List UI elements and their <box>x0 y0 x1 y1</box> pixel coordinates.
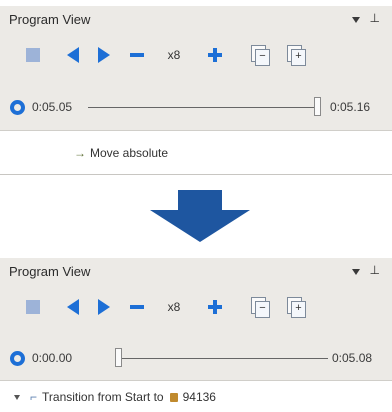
panel-titlebar: Program View ⊥ <box>0 258 392 284</box>
collapse-document-button[interactable]: − <box>249 44 271 66</box>
expand-document-button[interactable]: + <box>285 296 307 318</box>
play-button[interactable] <box>93 296 115 318</box>
down-arrow-icon <box>150 190 250 242</box>
timeline-slider-track[interactable] <box>120 358 328 359</box>
faster-button[interactable] <box>204 296 226 318</box>
minus-icon <box>130 305 144 309</box>
panel-titlebar: Program View ⊥ <box>0 6 392 32</box>
stop-icon <box>26 300 40 314</box>
refresh-icon[interactable] <box>10 351 25 366</box>
step-back-icon <box>67 47 79 63</box>
stop-icon <box>26 48 40 62</box>
stop-button[interactable] <box>22 296 44 318</box>
minus-icon <box>130 53 144 57</box>
faster-button[interactable] <box>204 44 226 66</box>
collapse-document-button[interactable]: − <box>249 296 271 318</box>
expand-document-icon: + <box>287 45 306 66</box>
tree-item-label: Transition from Start to <box>42 390 164 404</box>
program-tree: ⌐ Transition from Start to 94136 <box>0 380 392 412</box>
pin-icon[interactable]: ⊥ <box>370 264 380 276</box>
tree-item-target: 94136 <box>182 390 216 404</box>
time-start: 0:05.05 <box>32 100 73 114</box>
timeline-slider-thumb[interactable] <box>314 97 321 116</box>
time-end: 0:05.08 <box>332 351 373 365</box>
timeline-row: 0:05.05 0:05.16 <box>0 91 392 125</box>
step-back-icon <box>67 299 79 315</box>
tree-item-transition[interactable]: ⌐ Transition from Start to 94136 <box>14 390 216 404</box>
playback-toolbar: x8 − + <box>0 292 392 326</box>
plus-icon <box>208 48 222 62</box>
speed-label: x8 <box>167 48 181 62</box>
collapse-document-icon: − <box>251 297 270 318</box>
plus-icon <box>208 300 222 314</box>
slower-button[interactable] <box>126 296 148 318</box>
speed-indicator: x8 <box>163 296 185 318</box>
dropdown-icon[interactable] <box>351 268 360 275</box>
target-icon <box>169 392 178 402</box>
time-end: 0:05.16 <box>330 100 371 114</box>
titlebar-controls: ⊥ <box>351 264 380 276</box>
playback-toolbar: x8 − + <box>0 40 392 74</box>
dropdown-icon[interactable] <box>351 16 360 23</box>
move-arrow-icon: → <box>74 146 86 160</box>
refresh-icon[interactable] <box>10 100 25 115</box>
step-back-button[interactable] <box>62 44 84 66</box>
program-tree: → Move absolute <box>0 130 392 174</box>
program-view-panel-after: Program View ⊥ x8 − + 0:00.00 0:05.08 ⌐ … <box>0 258 392 412</box>
expand-document-button[interactable]: + <box>285 44 307 66</box>
slower-button[interactable] <box>126 44 148 66</box>
timeline-slider-thumb[interactable] <box>115 348 122 367</box>
step-back-button[interactable] <box>62 296 84 318</box>
play-icon <box>98 47 110 63</box>
transition-icon: ⌐ <box>30 390 38 404</box>
panel-title: Program View <box>9 12 91 27</box>
pin-icon[interactable]: ⊥ <box>370 12 380 24</box>
play-button[interactable] <box>93 44 115 66</box>
speed-indicator: x8 <box>163 44 185 66</box>
expand-document-icon: + <box>287 297 306 318</box>
program-view-panel-before: Program View ⊥ x8 − + 0:05.05 0:05.16 → … <box>0 6 392 175</box>
panel-title: Program View <box>9 264 91 279</box>
tree-item-label: Move absolute <box>90 146 169 160</box>
titlebar-controls: ⊥ <box>351 12 380 24</box>
time-start: 0:00.00 <box>32 351 73 365</box>
timeline-row: 0:00.00 0:05.08 <box>0 342 392 376</box>
timeline-slider-track[interactable] <box>88 107 320 108</box>
play-icon <box>98 299 110 315</box>
expand-toggle-icon[interactable] <box>14 394 20 400</box>
stop-button[interactable] <box>22 44 44 66</box>
tree-item-move-absolute[interactable]: → Move absolute <box>74 146 168 160</box>
speed-label: x8 <box>167 300 181 314</box>
collapse-document-icon: − <box>251 45 270 66</box>
